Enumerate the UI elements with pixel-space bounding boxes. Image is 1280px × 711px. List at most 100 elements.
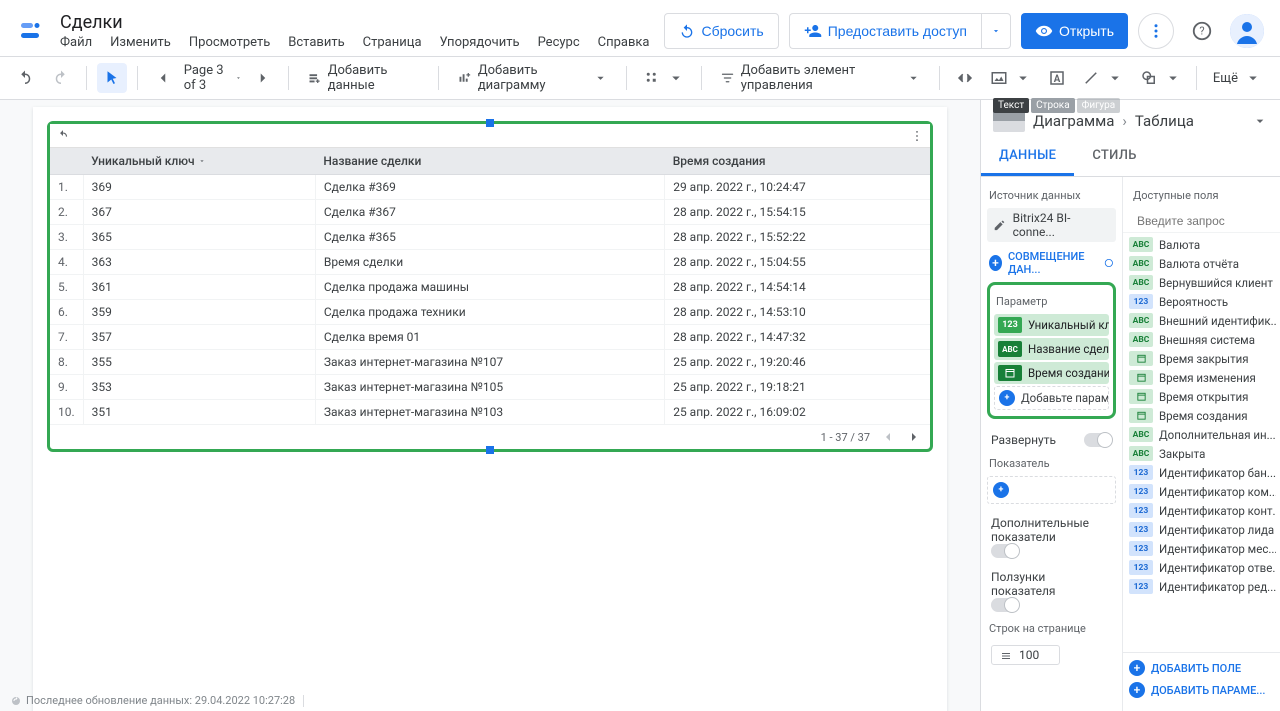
- text-button[interactable]: A: [1042, 63, 1072, 93]
- menu-insert[interactable]: Вставить: [288, 35, 344, 50]
- available-field[interactable]: ABCДополнительная ин...: [1127, 425, 1276, 444]
- dimension-chip[interactable]: Время создания: [994, 362, 1109, 384]
- more-options-button[interactable]: [1138, 13, 1174, 49]
- available-field[interactable]: 123Идентификатор бан...: [1127, 463, 1276, 482]
- available-field[interactable]: Время создания: [1127, 406, 1276, 425]
- page-indicator[interactable]: Page 3 of 3: [184, 63, 229, 93]
- datasource-chip[interactable]: Bitrix24 BI-conne...: [987, 208, 1116, 242]
- available-field[interactable]: ABCВернувшийся клиент: [1127, 273, 1276, 292]
- config-column[interactable]: Источник данных Bitrix24 BI-conne... + С…: [981, 177, 1123, 711]
- table-row[interactable]: 2. 367 Сделка #367 28 апр. 2022 г., 15:5…: [50, 200, 930, 225]
- line-button[interactable]: [1076, 63, 1130, 93]
- shape-button[interactable]: [1134, 63, 1188, 93]
- user-avatar[interactable]: [1230, 14, 1264, 48]
- menu-edit[interactable]: Изменить: [110, 35, 171, 50]
- available-field[interactable]: ABCВалюта отчёта: [1127, 254, 1276, 273]
- menu-page[interactable]: Страница: [363, 35, 422, 50]
- panel-collapse[interactable]: [1252, 113, 1268, 129]
- dimension-chip[interactable]: 123Уникальный кл...: [994, 314, 1109, 336]
- add-dimension[interactable]: +Добавьте параметр: [994, 386, 1109, 410]
- menu-arrange[interactable]: Упорядочить: [440, 35, 520, 50]
- add-field-link[interactable]: +ДОБАВИТЬ ПОЛЕ: [1127, 657, 1276, 679]
- table-row[interactable]: 8. 355 Заказ интернет-магазина №107 25 а…: [50, 350, 930, 375]
- share-dropdown[interactable]: [981, 13, 1011, 49]
- col-index[interactable]: [50, 148, 83, 175]
- available-field[interactable]: 123Идентификатор отве...: [1127, 558, 1276, 577]
- available-field[interactable]: 123Идентификатор лида: [1127, 520, 1276, 539]
- help-button[interactable]: ?: [1184, 13, 1220, 49]
- expand-toggle[interactable]: [1084, 433, 1112, 447]
- app-logo[interactable]: [16, 17, 44, 45]
- pointer-tool[interactable]: [97, 63, 127, 93]
- tab-style[interactable]: СТИЛЬ: [1074, 138, 1154, 176]
- menu-help[interactable]: Справка: [598, 35, 650, 50]
- available-field[interactable]: Время закрытия: [1127, 349, 1276, 368]
- metric-sliders-toggle[interactable]: [991, 598, 1019, 612]
- field-list[interactable]: ABCВалютаABCВалюта отчётаABCВернувшийся …: [1123, 233, 1280, 652]
- menu-view[interactable]: Просмотреть: [189, 35, 270, 50]
- col-key[interactable]: Уникальный ключ: [83, 148, 315, 175]
- redo-button[interactable]: [46, 63, 76, 93]
- pager-prev-icon[interactable]: [880, 429, 896, 445]
- add-control-button[interactable]: Добавить элемент управления: [712, 63, 929, 93]
- selected-chart-table[interactable]: Уникальный ключ Название сделки Время со…: [47, 121, 933, 452]
- refresh-icon[interactable]: [10, 695, 22, 707]
- available-field[interactable]: 123Вероятность: [1127, 292, 1276, 311]
- cell-time: 28 апр. 2022 г., 14:47:32: [665, 325, 930, 350]
- available-field[interactable]: ABCВнешняя система: [1127, 330, 1276, 349]
- available-field[interactable]: 123Идентификатор мес...: [1127, 539, 1276, 558]
- available-field[interactable]: ABCВалюта: [1127, 235, 1276, 254]
- available-field[interactable]: ABCВнешний идентифик...: [1127, 311, 1276, 330]
- open-button[interactable]: Открыть: [1021, 13, 1128, 49]
- more-vert-icon[interactable]: [910, 129, 924, 143]
- next-page[interactable]: [248, 63, 278, 93]
- table-row[interactable]: 6. 359 Сделка продажа техники 28 апр. 20…: [50, 300, 930, 325]
- available-field[interactable]: Время изменения: [1127, 368, 1276, 387]
- resize-handle-top[interactable]: [486, 119, 494, 127]
- dimension-chip[interactable]: ABCНазвание сделки: [994, 338, 1109, 360]
- table-row[interactable]: 1. 369 Сделка #369 29 апр. 2022 г., 10:2…: [50, 175, 930, 200]
- col-time[interactable]: Время создания: [665, 148, 930, 175]
- available-field[interactable]: ABCЗакрыта: [1127, 444, 1276, 463]
- field-search-input[interactable]: [1137, 214, 1280, 228]
- resize-handle-bottom[interactable]: [486, 446, 494, 454]
- more-button[interactable]: Ещё: [1205, 63, 1270, 93]
- undo-button[interactable]: [10, 63, 40, 93]
- menu-resource[interactable]: Ресурс: [538, 35, 580, 50]
- crumb-table[interactable]: Таблица: [1135, 112, 1194, 130]
- separator: [1196, 66, 1197, 90]
- available-field[interactable]: Время открытия: [1127, 387, 1276, 406]
- doc-title[interactable]: Сделки: [60, 12, 650, 33]
- add-metric[interactable]: +: [987, 476, 1116, 504]
- tab-data[interactable]: ДАННЫЕ: [981, 138, 1074, 176]
- table-row[interactable]: 10. 351 Заказ интернет-магазина №103 25 …: [50, 400, 930, 425]
- table-row[interactable]: 4. 363 Время сделки 28 апр. 2022 г., 15:…: [50, 250, 930, 275]
- prev-page[interactable]: [148, 63, 178, 93]
- menu-file[interactable]: Файл: [60, 35, 92, 50]
- embed-button[interactable]: [950, 63, 980, 93]
- image-button[interactable]: [984, 63, 1038, 93]
- available-field[interactable]: 123Идентификатор ред...: [1127, 577, 1276, 596]
- add-param-link[interactable]: +ДОБАВИТЬ ПАРАМЕ...: [1127, 679, 1276, 701]
- pager-next-icon[interactable]: [906, 429, 922, 445]
- table-row[interactable]: 7. 357 Сделка время 01 28 апр. 2022 г., …: [50, 325, 930, 350]
- add-data-button[interactable]: Добавить данные: [299, 63, 428, 93]
- reset-button[interactable]: Сбросить: [664, 13, 778, 49]
- col-name[interactable]: Название сделки: [315, 148, 664, 175]
- revert-icon[interactable]: [56, 129, 70, 143]
- extra-metrics-toggle[interactable]: [991, 544, 1019, 558]
- table-row[interactable]: 3. 365 Сделка #365 28 апр. 2022 г., 15:5…: [50, 225, 930, 250]
- rows-select[interactable]: 100: [991, 645, 1060, 665]
- table-row[interactable]: 9. 353 Заказ интернет-магазина №105 25 а…: [50, 375, 930, 400]
- add-chart-button[interactable]: Добавить диаграмму: [449, 63, 616, 93]
- report-canvas[interactable]: Уникальный ключ Название сделки Время со…: [33, 107, 947, 711]
- table-row[interactable]: 5. 361 Сделка продажа машины 28 апр. 202…: [50, 275, 930, 300]
- available-field[interactable]: 123Идентификатор ком...: [1127, 482, 1276, 501]
- chart-type-icon[interactable]: [993, 110, 1025, 132]
- share-button[interactable]: Предоставить доступ: [789, 13, 981, 49]
- canvas-scroll[interactable]: Уникальный ключ Название сделки Время со…: [0, 100, 980, 711]
- community-viz-button[interactable]: [637, 63, 691, 93]
- crumb-chart[interactable]: Диаграмма: [1033, 112, 1114, 130]
- available-field[interactable]: 123Идентификатор конт...: [1127, 501, 1276, 520]
- blend-data-link[interactable]: + СОВМЕЩЕНИЕ ДАН...: [987, 246, 1116, 280]
